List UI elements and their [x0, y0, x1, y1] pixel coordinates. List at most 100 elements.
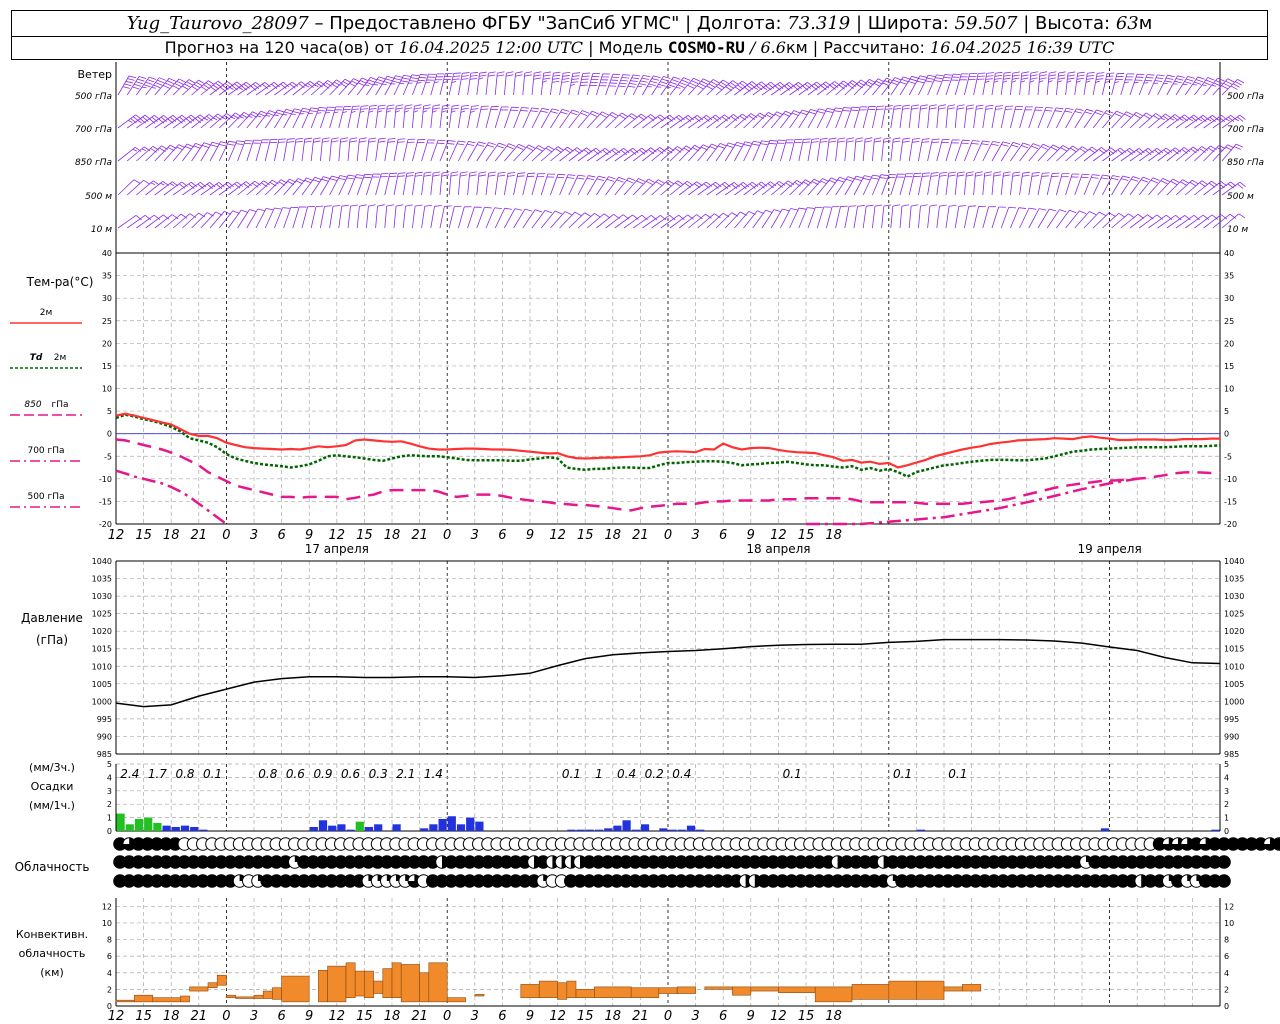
wind-barb-feather: [359, 110, 365, 113]
wind-barb-feather: [666, 86, 671, 89]
wind-barb-feather: [1143, 114, 1151, 120]
wind-barb: [384, 104, 395, 129]
cloud-fill-full: [1217, 874, 1231, 888]
precip-title-2: Осадки: [31, 780, 74, 793]
wind-barb-staff: [540, 173, 549, 196]
x-tick-label-bottom: 3: [250, 1009, 258, 1024]
wind-barb-feather: [469, 77, 478, 80]
wind-barb-feather: [524, 208, 533, 212]
conv-cloud-bar: [189, 986, 209, 992]
wind-barb-feather: [250, 85, 257, 91]
wind-barb-feather: [541, 107, 550, 111]
conv-cloud-bar: [814, 986, 853, 1003]
wind-barb-feather: [488, 142, 496, 145]
wind-barb-staff: [329, 175, 341, 196]
wind-barb-staff: [605, 148, 624, 162]
wind-barb: [448, 104, 460, 129]
wind-barb-feather: [143, 84, 151, 88]
wind-barb: [862, 78, 885, 96]
precip-bar: [677, 829, 686, 831]
wind-barb: [789, 207, 807, 229]
wind-barb-feather: [1066, 107, 1074, 110]
wind-barb: [301, 137, 312, 162]
wind-barb-feather: [562, 71, 571, 74]
wind-barb: [954, 171, 965, 196]
wind-barb-staff: [1019, 207, 1030, 229]
wind-barb-feather: [540, 110, 548, 113]
wind-barb-feather: [164, 82, 172, 87]
wind-barb-staff: [642, 179, 659, 196]
temp-tick-left: 35: [102, 272, 112, 281]
wind-barb-feather: [828, 140, 837, 143]
wind-barb-feather: [387, 104, 395, 107]
precip-bar: [686, 825, 696, 831]
wind-barb-feather: [229, 87, 234, 90]
wind-barb-staff: [301, 139, 306, 162]
wind-barb-feather: [883, 137, 892, 140]
wind-barb-feather: [147, 79, 155, 83]
wind-barb-feather: [1238, 213, 1246, 219]
wind-barb-staff: [1184, 146, 1203, 162]
precip-tick-right: 2: [1224, 800, 1229, 809]
wind-barb: [292, 137, 304, 162]
wind-barb: [927, 204, 938, 229]
wind-barb-staff: [402, 106, 406, 129]
wind-barb-feather: [1140, 179, 1149, 183]
wind-barb-feather: [333, 205, 341, 207]
wind-barb: [1065, 71, 1076, 96]
wind-barb-feather: [166, 80, 174, 85]
wind-barb-staff: [467, 106, 472, 129]
wind-barb-feather: [1172, 149, 1179, 155]
wind-barb: [531, 71, 542, 96]
wind-barb-feather: [486, 144, 495, 148]
wind-barb-staff: [485, 207, 495, 229]
conv-tick-right: 0: [1224, 1002, 1229, 1011]
wind-barb-staff: [531, 73, 535, 96]
wind-barb-feather: [733, 114, 740, 120]
wind-barb-feather: [551, 108, 560, 111]
wind-barb-feather: [1005, 105, 1014, 107]
wind-barb-staff: [448, 106, 453, 129]
wind-barb-staff: [494, 208, 506, 229]
wind-barb-feather: [331, 175, 339, 179]
wind-barb-feather: [1181, 149, 1188, 154]
wind-barb-feather: [778, 180, 786, 186]
wind-barb-feather: [278, 141, 286, 143]
wind-barb-feather: [257, 208, 265, 212]
wind-barb: [780, 208, 798, 229]
wind-barb: [338, 78, 361, 96]
wind-barb-feather: [753, 140, 761, 143]
wind-barb-staff: [1166, 179, 1183, 196]
wind-barb-feather: [578, 174, 586, 177]
temp-tick-right: -20: [1224, 520, 1237, 529]
wind-barb-feather: [411, 74, 420, 77]
wind-barb-staff: [412, 106, 415, 129]
temp-tick-left: 40: [102, 249, 112, 258]
wind-barb: [485, 106, 499, 129]
wind-barb-feather: [450, 174, 459, 177]
temp-tick-right: 10: [1224, 385, 1234, 394]
wind-barb-staff: [780, 208, 791, 229]
x-tick-label-bottom: 21: [191, 1009, 208, 1024]
conv-title-1: Конвективн.: [16, 928, 88, 941]
wind-barb-feather: [1156, 77, 1164, 80]
wind-barb: [954, 205, 967, 229]
wind-barb-feather: [1042, 172, 1050, 174]
wind-barb-feather: [687, 84, 695, 89]
conv-cloud-bar: [327, 965, 347, 1003]
wind-barb: [1111, 73, 1125, 96]
wind-barb-feather: [256, 115, 262, 118]
wind-barb-feather: [620, 79, 628, 82]
wind-barb-feather: [470, 110, 475, 113]
precip-bar: [364, 826, 374, 831]
precip-bar: [696, 829, 705, 831]
wind-barb-staff: [412, 139, 419, 162]
wind-barb: [734, 211, 756, 229]
wind-barb-feather: [1092, 174, 1100, 176]
wind-barb-feather: [847, 176, 855, 180]
precip-bar: [640, 824, 650, 831]
wind-barb-staff: [485, 106, 492, 129]
wind-barb-feather: [1155, 113, 1163, 118]
wind-barb-staff: [688, 213, 706, 229]
wind-barb-feather: [202, 144, 210, 148]
